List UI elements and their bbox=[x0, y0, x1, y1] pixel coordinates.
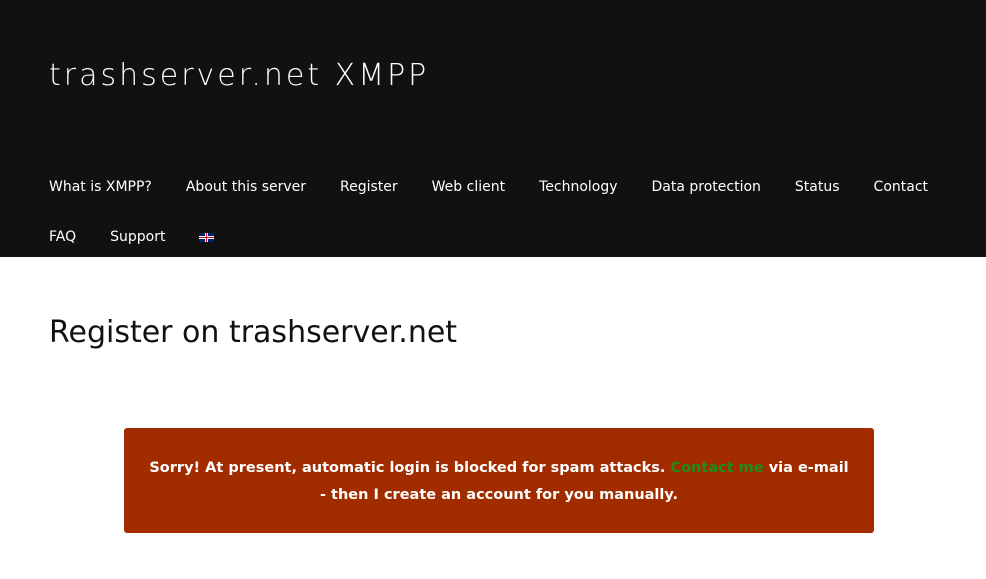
nav-item-support[interactable]: Support bbox=[110, 212, 165, 262]
main-nav: What is XMPP? About this server Register… bbox=[49, 162, 946, 262]
nav-item-about[interactable]: About this server bbox=[186, 162, 306, 212]
nav-item-what-is-xmpp[interactable]: What is XMPP? bbox=[49, 162, 152, 212]
notice-text-before: Sorry! At present, automatic login is bl… bbox=[149, 460, 671, 476]
nav-item-data-protection[interactable]: Data protection bbox=[652, 162, 761, 212]
contact-me-link[interactable]: Contact me bbox=[670, 460, 763, 476]
nav-item-contact[interactable]: Contact bbox=[874, 162, 928, 212]
registration-notice: Sorry! At present, automatic login is bl… bbox=[124, 428, 874, 533]
page-title: Register on trashserver.net bbox=[49, 315, 458, 350]
nav-item-technology[interactable]: Technology bbox=[539, 162, 617, 212]
nav-item-register[interactable]: Register bbox=[340, 162, 398, 212]
nav-item-faq[interactable]: FAQ bbox=[49, 212, 76, 262]
nav-item-status[interactable]: Status bbox=[795, 162, 840, 212]
nav-item-language[interactable] bbox=[199, 212, 215, 262]
nav-item-web-client[interactable]: Web client bbox=[432, 162, 505, 212]
site-title-link[interactable]: trashserver.net XMPP bbox=[49, 58, 429, 93]
uk-flag-icon bbox=[199, 232, 215, 242]
site-header: trashserver.net XMPP What is XMPP? About… bbox=[0, 0, 986, 257]
